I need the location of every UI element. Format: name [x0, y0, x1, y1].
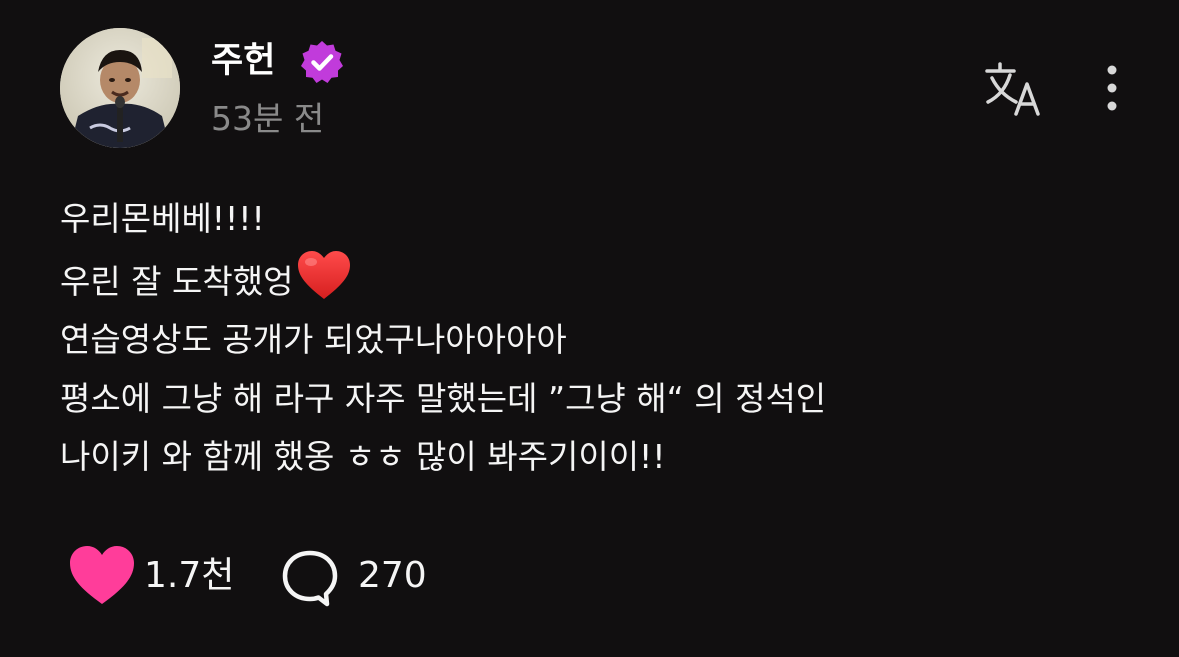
- translate-button[interactable]: [982, 58, 1048, 120]
- post-line: 우리몬베베!!!!: [60, 199, 265, 238]
- more-vertical-icon: [1107, 65, 1117, 111]
- comment-button[interactable]: 270: [280, 544, 460, 608]
- heart-emoji-icon: [297, 250, 350, 299]
- more-options-button[interactable]: [1090, 58, 1134, 120]
- comment-icon: [282, 550, 338, 607]
- like-count: 1.7천: [144, 555, 235, 596]
- post-line: 연습영상도 공개가 되었구나아아아아: [60, 320, 567, 359]
- author-name[interactable]: 주헌: [211, 38, 275, 84]
- post-line: 평소에 그냥 해 라구 자주 말했는데 ”그냥 해“ 의 정석인: [60, 378, 827, 418]
- profile-photo-icon: [60, 28, 180, 148]
- post-timestamp: 53분 전: [211, 99, 325, 138]
- post-line-with-emoji: 우린 잘 도착했엉: [60, 249, 1150, 312]
- post-body: 우리몬베베!!!! 우린 잘 도착했엉 연습영상도 공개가 되었구나아아아아 평…: [60, 190, 1150, 487]
- post-card: 주헌 53분 전 우리몬베베!!!! 우린 잘 도착했엉 연습영상도 공개가 되…: [0, 0, 1179, 657]
- like-button[interactable]: 1.7천: [68, 544, 248, 608]
- author-avatar[interactable]: [60, 28, 180, 148]
- post-line-text: 우린 잘 도착했엉: [60, 261, 294, 301]
- heart-icon: [70, 546, 134, 604]
- post-line: 나이키 와 함께 했옹 ㅎㅎ 많이 봐주기이이!!: [60, 437, 666, 476]
- translate-icon: [985, 62, 1040, 116]
- comment-count: 270: [358, 555, 427, 596]
- verified-badge-icon: [301, 41, 343, 83]
